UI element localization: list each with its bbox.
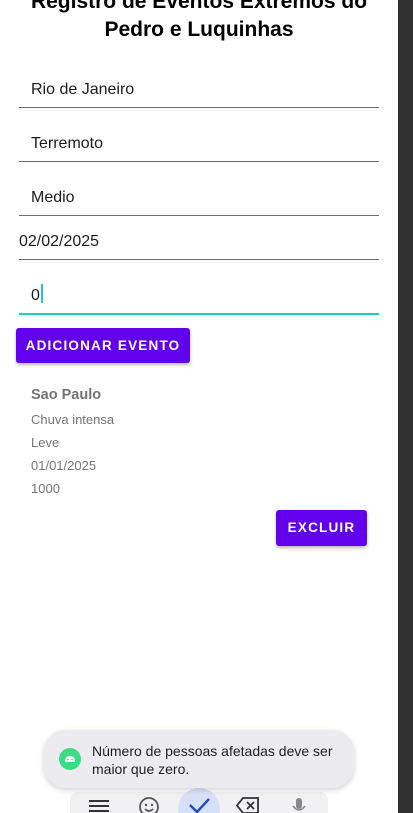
check-icon[interactable] — [187, 796, 211, 813]
emoji-icon[interactable] — [137, 796, 161, 813]
location-value: Rio de Janeiro — [31, 81, 135, 98]
page-title: Registro de Eventos Extremos do Pedro e … — [30, 0, 368, 41]
screen-edge — [398, 0, 413, 813]
affected-value: 0 — [31, 287, 40, 304]
event-date: 01/01/2025 — [31, 458, 97, 473]
event-affected: 1000 — [31, 481, 60, 496]
toast-notification: Número de pessoas afetadas deve ser maio… — [44, 730, 354, 788]
add-event-button[interactable]: ADICIONAR EVENTO — [16, 328, 190, 363]
event-city: Sao Paulo — [31, 387, 102, 403]
main-content: Registro de Eventos Extremos do Pedro e … — [0, 0, 398, 813]
severity-input[interactable]: Medio — [19, 180, 379, 216]
app-screen: Registro de Eventos Extremos do Pedro e … — [0, 0, 413, 813]
toast-message: Número de pessoas afetadas deve ser maio… — [92, 743, 333, 777]
date-input[interactable]: 02/02/2025 — [19, 228, 379, 260]
event-type: Chuva intensa — [31, 412, 115, 427]
event-severity: Leve — [31, 435, 60, 450]
severity-value: Medio — [31, 189, 75, 206]
event-type-input[interactable]: Terremoto — [19, 126, 379, 162]
affected-people-input[interactable]: 0 — [19, 276, 379, 315]
delete-event-button[interactable]: EXCLUIR — [276, 510, 367, 546]
android-icon — [59, 748, 81, 770]
affected-value-wrap: 0 — [31, 284, 43, 305]
event-type-value: Terremoto — [31, 135, 104, 152]
location-input[interactable]: Rio de Janeiro — [19, 72, 379, 108]
text-caret — [40, 284, 43, 303]
date-value: 02/02/2025 — [19, 233, 100, 250]
backspace-icon[interactable] — [236, 796, 260, 813]
menu-icon[interactable] — [87, 796, 111, 813]
mic-icon[interactable] — [287, 796, 311, 813]
